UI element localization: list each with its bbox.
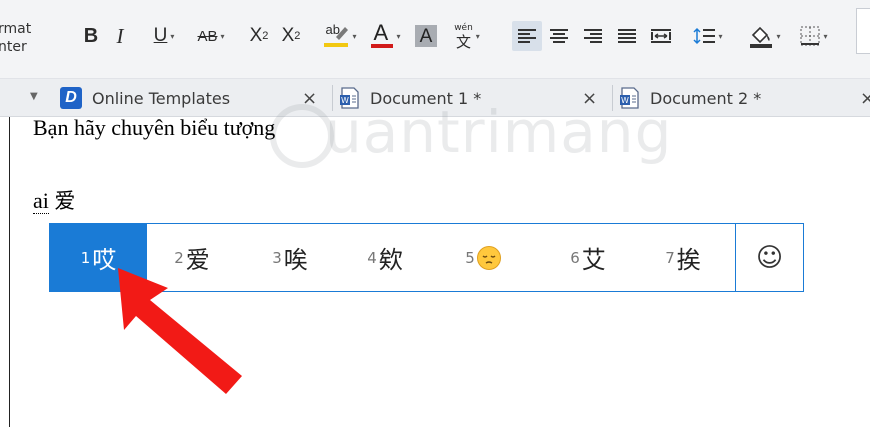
- red-arrow-icon: [118, 268, 242, 394]
- red-arrow-annotation: [118, 268, 242, 394]
